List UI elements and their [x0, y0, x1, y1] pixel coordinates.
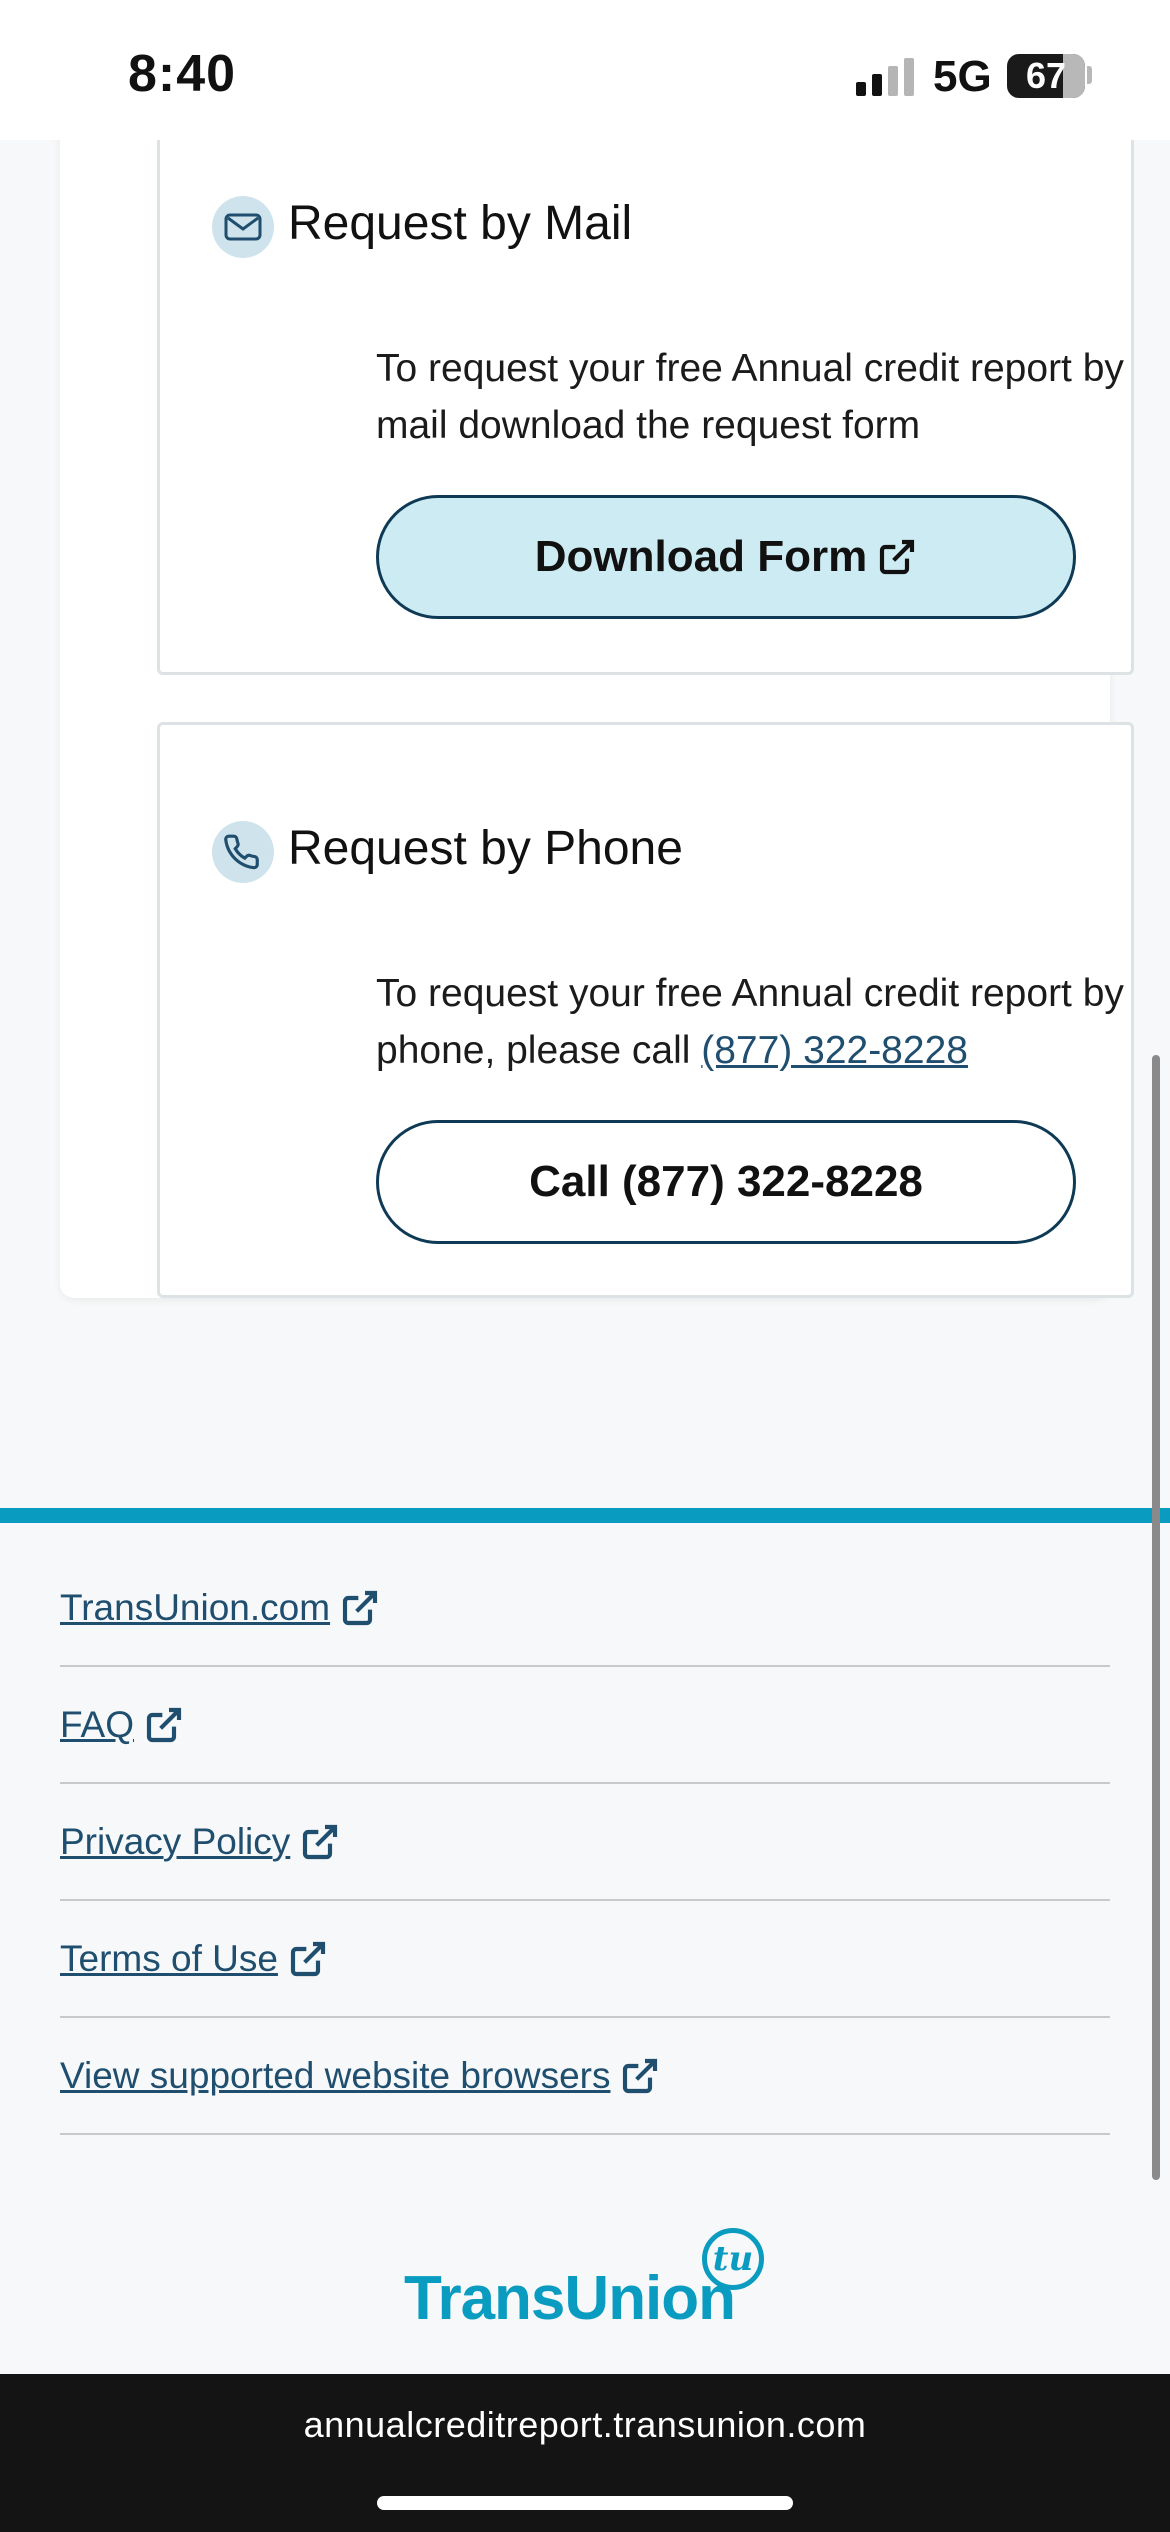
footer-link-label[interactable]: Terms of Use — [60, 1938, 278, 1980]
battery-cap — [1087, 66, 1092, 84]
scrollbar[interactable] — [1152, 1055, 1160, 2180]
mail-card-title: Request by Mail — [288, 197, 633, 250]
external-link-icon — [623, 2058, 658, 2093]
footer-link-terms-of-use[interactable]: Terms of Use — [60, 1901, 1110, 2018]
download-form-label: Download Form — [534, 532, 868, 581]
footer-link-supported-browsers[interactable]: View supported website browsers — [60, 2018, 1110, 2135]
request-methods-card: Request by Mail To request your free Ann… — [60, 60, 1134, 1298]
request-by-mail-card: Request by Mail To request your free Ann… — [157, 140, 1134, 675]
cellular-signal-icon — [856, 58, 914, 96]
transunion-logo: TransUnion tu — [404, 2228, 774, 2338]
external-link-icon — [880, 539, 915, 575]
external-link-icon — [303, 1824, 338, 1859]
network-type: 5G — [933, 52, 992, 101]
logo-mark-icon: tu — [702, 2228, 764, 2290]
footer-divider — [0, 1508, 1170, 1523]
footer-link-privacy-policy[interactable]: Privacy Policy — [60, 1784, 1110, 1901]
download-form-button[interactable]: Download Form — [376, 495, 1076, 619]
phone-card-description: To request your free Annual credit repor… — [376, 965, 1170, 1079]
footer-link-label[interactable]: FAQ — [60, 1704, 134, 1746]
envelope-icon — [212, 196, 274, 258]
battery-level: 67 — [1025, 55, 1067, 96]
phone-icon — [212, 821, 274, 883]
external-link-icon — [146, 1707, 182, 1742]
phone-number-link[interactable]: (877) 322-8228 — [701, 1029, 968, 1072]
footer-link-transunion[interactable]: TransUnion.com — [60, 1550, 1110, 1667]
footer-link-faq[interactable]: FAQ — [60, 1667, 1110, 1784]
external-link-icon — [290, 1941, 326, 1976]
phone-card-title: Request by Phone — [288, 822, 683, 875]
footer-link-label[interactable]: Privacy Policy — [60, 1821, 290, 1863]
external-link-icon — [342, 1590, 378, 1625]
mail-card-description: To request your free Annual credit repor… — [376, 347, 1124, 447]
home-indicator[interactable] — [377, 2496, 793, 2510]
footer-link-label[interactable]: TransUnion.com — [60, 1587, 330, 1629]
status-bar: 8:40 5G 67 — [0, 0, 1170, 140]
status-time: 8:40 — [128, 45, 237, 103]
logo-wordmark: TransUnion — [404, 2264, 736, 2333]
battery-icon: 67 — [1007, 54, 1085, 98]
browser-address-bar[interactable]: annualcreditreport.transunion.com — [0, 2374, 1170, 2532]
footer-link-label[interactable]: View supported website browsers — [60, 2055, 610, 2097]
url-text[interactable]: annualcreditreport.transunion.com — [0, 2404, 1170, 2446]
call-button-label: Call (877) 322-8228 — [529, 1157, 923, 1206]
call-button[interactable]: Call (877) 322-8228 — [376, 1120, 1076, 1244]
request-by-phone-card: Request by Phone To request your free An… — [157, 722, 1134, 1298]
